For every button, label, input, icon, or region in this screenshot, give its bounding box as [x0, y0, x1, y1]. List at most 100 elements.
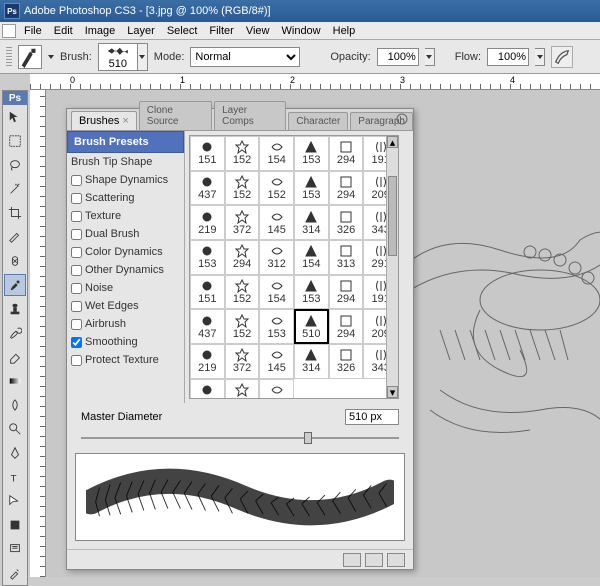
- healing-tool-icon[interactable]: [4, 250, 26, 272]
- brush-thumb[interactable]: 152: [225, 275, 260, 310]
- system-menu-icon[interactable]: [2, 24, 16, 38]
- brush-thumb[interactable]: 151: [190, 275, 225, 310]
- notes-tool-icon[interactable]: [4, 538, 26, 560]
- brush-thumb[interactable]: 152: [225, 309, 260, 344]
- close-icon[interactable]: ×: [122, 115, 128, 127]
- brush-thumb[interactable]: 154: [259, 136, 294, 171]
- brush-thumb[interactable]: 510: [294, 309, 329, 344]
- checkbox[interactable]: [71, 283, 82, 294]
- brush-thumb[interactable]: 153: [294, 136, 329, 171]
- brush-presets-header[interactable]: Brush Presets: [67, 131, 184, 153]
- eyedropper-tool-icon[interactable]: [4, 562, 26, 584]
- brush-tool-icon[interactable]: [4, 274, 26, 296]
- brush-thumb[interactable]: 312: [259, 240, 294, 275]
- new-preset-icon[interactable]: [365, 553, 383, 567]
- menu-filter[interactable]: Filter: [203, 23, 239, 39]
- brush-thumb[interactable]: 153: [190, 379, 225, 398]
- path-tool-icon[interactable]: [4, 490, 26, 512]
- lasso-tool-icon[interactable]: [4, 154, 26, 176]
- brush-thumb[interactable]: 219: [190, 205, 225, 240]
- mode-select[interactable]: Normal: [190, 47, 300, 67]
- menu-layer[interactable]: Layer: [121, 23, 161, 39]
- preset-noise[interactable]: Noise: [67, 279, 184, 297]
- brush-thumb[interactable]: 294: [225, 240, 260, 275]
- menu-select[interactable]: Select: [161, 23, 204, 39]
- flow-input[interactable]: 100%: [487, 48, 529, 66]
- tab-clone-source[interactable]: Clone Source: [139, 101, 212, 130]
- gradient-tool-icon[interactable]: [4, 370, 26, 392]
- brush-thumb[interactable]: 312: [259, 379, 294, 398]
- blur-tool-icon[interactable]: [4, 394, 26, 416]
- checkbox[interactable]: [71, 211, 82, 222]
- tab-character[interactable]: Character: [288, 112, 348, 130]
- checkbox[interactable]: [71, 193, 82, 204]
- thumb-grid[interactable]: 1511521541532941914371521521532942092193…: [190, 136, 398, 398]
- checkbox[interactable]: [71, 301, 82, 312]
- lock-icon[interactable]: [343, 553, 361, 567]
- brush-thumb[interactable]: 151: [190, 136, 225, 171]
- brush-thumb[interactable]: 326: [329, 205, 364, 240]
- menu-help[interactable]: Help: [327, 23, 362, 39]
- brush-thumb[interactable]: 153: [190, 240, 225, 275]
- brush-thumb[interactable]: 326: [329, 344, 364, 379]
- opacity-dropdown-icon[interactable]: [425, 48, 435, 66]
- scroll-down-icon[interactable]: ▾: [387, 386, 398, 398]
- checkbox[interactable]: [71, 355, 82, 366]
- preset-smoothing[interactable]: Smoothing: [67, 333, 184, 351]
- preset-protect-texture[interactable]: Protect Texture: [67, 351, 184, 369]
- preset-texture[interactable]: Texture: [67, 207, 184, 225]
- preset-airbrush[interactable]: Airbrush: [67, 315, 184, 333]
- brush-thumb[interactable]: 314: [294, 205, 329, 240]
- checkbox[interactable]: [71, 319, 82, 330]
- brush-thumb[interactable]: 372: [225, 344, 260, 379]
- brush-thumb[interactable]: 154: [259, 275, 294, 310]
- brush-thumb[interactable]: 437: [190, 309, 225, 344]
- slice-tool-icon[interactable]: [4, 226, 26, 248]
- pen-tool-icon[interactable]: [4, 442, 26, 464]
- preset-wet-edges[interactable]: Wet Edges: [67, 297, 184, 315]
- brush-thumb[interactable]: 294: [329, 309, 364, 344]
- brush-thumb[interactable]: 313: [329, 240, 364, 275]
- preset-color-dynamics[interactable]: Color Dynamics: [67, 243, 184, 261]
- checkbox[interactable]: [71, 175, 82, 186]
- brush-thumb[interactable]: 372: [225, 205, 260, 240]
- eraser-tool-icon[interactable]: [4, 346, 26, 368]
- tab-brushes[interactable]: Brushes×: [71, 111, 137, 130]
- preset-scattering[interactable]: Scattering: [67, 189, 184, 207]
- toolbox-header[interactable]: Ps: [3, 91, 27, 105]
- brush-thumb[interactable]: 294: [329, 171, 364, 206]
- diameter-slider[interactable]: [81, 431, 399, 445]
- brush-thumb[interactable]: 437: [190, 171, 225, 206]
- grid-scrollbar[interactable]: ▴ ▾: [386, 136, 398, 398]
- menu-file[interactable]: File: [18, 23, 48, 39]
- slider-knob[interactable]: [304, 432, 312, 444]
- brush-thumb[interactable]: 294: [225, 379, 260, 398]
- ruler-vertical[interactable]: [30, 90, 46, 577]
- tool-preset-picker[interactable]: [18, 45, 42, 69]
- panel-menu-icon[interactable]: [395, 112, 409, 126]
- brush-thumb[interactable]: 145: [259, 205, 294, 240]
- shape-tool-icon[interactable]: [4, 514, 26, 536]
- type-tool-icon[interactable]: T: [4, 466, 26, 488]
- brush-picker-dropdown-icon[interactable]: [138, 43, 148, 71]
- airbrush-toggle-button[interactable]: [551, 46, 573, 68]
- brush-thumb[interactable]: 154: [294, 240, 329, 275]
- scrollbar-thumb[interactable]: [388, 176, 397, 256]
- preset-shape-dynamics[interactable]: Shape Dynamics: [67, 171, 184, 189]
- checkbox[interactable]: [71, 247, 82, 258]
- menu-edit[interactable]: Edit: [48, 23, 79, 39]
- brush-thumb[interactable]: 153: [259, 309, 294, 344]
- move-tool-icon[interactable]: [4, 106, 26, 128]
- checkbox[interactable]: [71, 265, 82, 276]
- menu-window[interactable]: Window: [276, 23, 327, 39]
- brush-thumb[interactable]: 153: [294, 275, 329, 310]
- tab-layer-comps[interactable]: Layer Comps: [214, 101, 286, 130]
- tool-preset-dropdown-icon[interactable]: [48, 55, 54, 59]
- menu-image[interactable]: Image: [79, 23, 122, 39]
- scroll-up-icon[interactable]: ▴: [387, 136, 398, 148]
- brush-thumb[interactable]: 294: [329, 275, 364, 310]
- wand-tool-icon[interactable]: [4, 178, 26, 200]
- brush-thumb[interactable]: 153: [294, 171, 329, 206]
- brush-thumb[interactable]: 145: [259, 344, 294, 379]
- brush-thumb[interactable]: 294: [329, 136, 364, 171]
